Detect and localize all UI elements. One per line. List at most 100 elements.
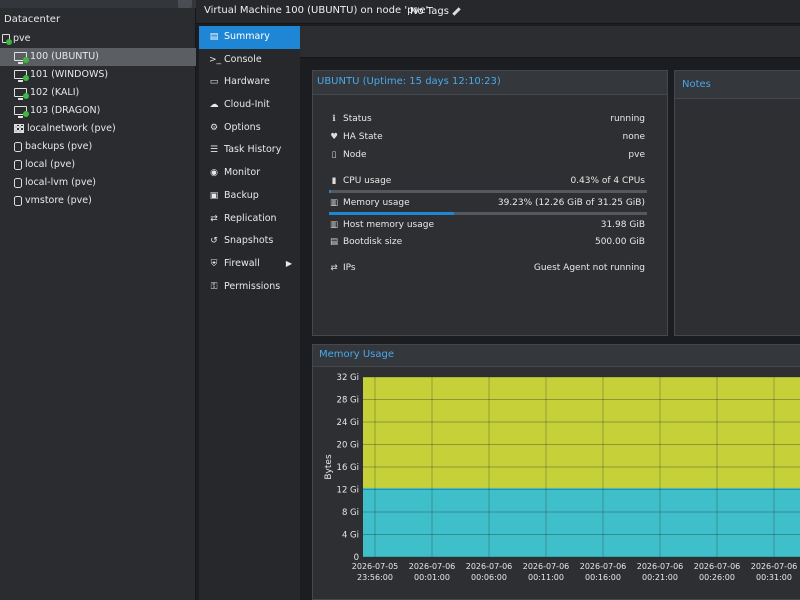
storage-icon — [14, 177, 22, 188]
x-tick-date: 2026-07-06 — [409, 562, 456, 571]
book-icon: ▤ — [209, 32, 219, 42]
tree-item[interactable]: vmstore (pve) — [0, 192, 196, 210]
tree-item[interactable]: local (pve) — [0, 156, 196, 174]
running-status-icon — [23, 93, 29, 99]
tree-item-label: vmstore (pve) — [25, 195, 92, 206]
menu-item-task-history[interactable]: ☰ Task History — [199, 139, 300, 162]
ips-value: Guest Agent not running — [533, 263, 645, 273]
vm-menu: ▤ Summary >_ Console ▭ Hardware ☁ Cloud-Init ⚙ Op… — [199, 26, 300, 600]
x-tick-time: 00:31:00 — [756, 573, 792, 582]
tree-item-label: local (pve) — [25, 159, 76, 170]
menu-item-summary[interactable]: ▤ Summary — [199, 26, 300, 49]
storage-icon — [14, 141, 22, 152]
x-tick-date: 2026-07-05 — [352, 562, 399, 571]
menu-item-label: Monitor — [224, 167, 261, 179]
x-tick-date: 2026-07-06 — [523, 562, 570, 571]
status-panel: UBUNTU (Uptime: 15 days 12:10:23) ℹ Stat… — [312, 70, 668, 336]
running-status-icon — [23, 111, 29, 117]
status-label: Status — [343, 114, 372, 124]
y-tick-label: 32 Gi — [337, 373, 359, 383]
tree-item-label: 100 (UBUNTU) — [30, 51, 99, 62]
status-row: ℹ Status running — [313, 113, 669, 127]
menu-item-replication[interactable]: ⇄ Replication — [199, 208, 300, 231]
running-status-icon — [23, 75, 29, 81]
menu-item-backup[interactable]: ▣ Backup — [199, 185, 300, 208]
gear-icon: ⚙ — [209, 122, 219, 133]
tree-item-label: 102 (KALI) — [30, 87, 80, 98]
tree-item-label: backups (pve) — [25, 141, 93, 152]
monitor-icon: ▭ — [209, 77, 219, 88]
menu-item-label: Snapshots — [224, 235, 274, 247]
view-selector-button[interactable] — [178, 0, 192, 8]
running-status-icon — [6, 39, 12, 45]
memory-icon: ▥ — [329, 198, 339, 208]
menu-item-firewall[interactable]: ⛨ Firewall ▶ — [199, 253, 300, 276]
tree-item[interactable]: pve — [0, 30, 196, 48]
node-value: pve — [628, 150, 645, 160]
x-tick-date: 2026-07-06 — [751, 562, 798, 571]
menu-item-cloud-init[interactable]: ☁ Cloud-Init — [199, 94, 300, 117]
menu-item-label: Backup — [224, 189, 259, 201]
menu-item-hardware[interactable]: ▭ Hardware — [199, 71, 300, 94]
y-tick-label: 4 Gi — [342, 531, 359, 541]
x-tick-date: 2026-07-06 — [637, 562, 684, 571]
status-value: running — [610, 114, 645, 124]
menu-item-label: Replication — [224, 212, 277, 224]
shield-icon: ⛨ — [210, 258, 218, 269]
pencil-icon[interactable] — [452, 6, 461, 16]
resource-tree: Datacenter pve 100 (UBUNTU) 101 (WINDOWS) 1… — [0, 0, 196, 600]
host-memory-value: 31.98 GiB — [600, 220, 645, 230]
menu-item-snapshots[interactable]: ↺ Snapshots — [199, 230, 300, 253]
menu-item-label: Cloud-Init — [224, 99, 270, 111]
bootdisk-label: Bootdisk size — [343, 237, 403, 247]
menu-item-console[interactable]: >_ Console — [199, 49, 300, 72]
menu-item-label: Task History — [224, 144, 282, 156]
status-panel-title: UBUNTU (Uptime: 15 days 12:10:23) — [317, 76, 501, 87]
status-panel-header: UBUNTU (Uptime: 15 days 12:10:23) — [313, 71, 667, 95]
y-tick-label: 8 Gi — [342, 508, 359, 518]
tree-item-label: 101 (WINDOWS) — [30, 69, 109, 80]
memory-icon: ▥ — [329, 220, 339, 230]
y-tick-label: 16 Gi — [337, 463, 359, 473]
expand-arrow-icon[interactable]: ▶ — [286, 253, 292, 275]
bootdisk-row: ▤ Bootdisk size 500.00 GiB — [313, 236, 669, 250]
menu-item-options[interactable]: ⚙ Options — [199, 117, 300, 140]
hdd-icon: ▤ — [329, 237, 339, 247]
notes-panel-header: Notes — [675, 71, 800, 99]
ips-label: IPs — [343, 263, 356, 273]
ips-row: ⇄ IPs Guest Agent not running — [313, 262, 669, 276]
menu-item-permissions[interactable]: ⚿ Permissions — [199, 276, 300, 299]
tree-item[interactable]: 102 (KALI) — [0, 84, 196, 102]
x-tick-date: 2026-07-06 — [694, 562, 741, 571]
tree-item[interactable]: 103 (DRAGON) — [0, 102, 196, 120]
info-icon: ℹ — [332, 114, 336, 124]
unlock-icon: ⚿ — [210, 281, 218, 292]
tree-item[interactable]: 100 (UBUNTU) — [0, 48, 196, 66]
tree-item[interactable]: local-lvm (pve) — [0, 174, 196, 192]
tree-item[interactable]: localnetwork (pve) — [0, 120, 196, 138]
cpu-usage-bar — [329, 190, 647, 193]
tags-editor[interactable]: No Tags — [410, 6, 461, 17]
menu-item-monitor[interactable]: ◉ Monitor — [199, 162, 300, 185]
tree-header-datacenter[interactable]: Datacenter — [4, 14, 60, 25]
tree-item-label: pve — [13, 33, 31, 44]
cpu-row: ▮ CPU usage 0.43% of 4 CPUs — [313, 175, 669, 189]
tree-toolbar — [0, 0, 196, 8]
memory-usage-title: Memory Usage — [319, 349, 395, 360]
title-bar: Virtual Machine 100 (UBUNTU) on node 'pv… — [196, 0, 800, 24]
storage-icon — [14, 195, 22, 206]
node-label: Node — [343, 150, 367, 160]
ha-state-value: none — [622, 132, 645, 142]
retweet-icon: ⇄ — [210, 213, 218, 224]
memory-usage-chart: 04 Gi8 Gi12 Gi16 Gi20 Gi24 Gi28 Gi32 Gi2… — [324, 373, 800, 582]
ha-state-label: HA State — [343, 132, 383, 142]
y-tick-label: 20 Gi — [337, 441, 359, 451]
tree-item[interactable]: backups (pve) — [0, 138, 196, 156]
memory-value: 39.23% (12.26 GiB of 31.25 GiB) — [497, 198, 645, 208]
vm-icon — [14, 52, 29, 64]
node-row: ▯ Node pve — [313, 149, 669, 163]
history-icon: ↺ — [210, 236, 218, 247]
tree-item[interactable]: 101 (WINDOWS) — [0, 66, 196, 84]
memory-usage-panel: Memory Usage 04 Gi 8 Gi 12 Gi 16 Gi 20 Gi 24 … — [312, 344, 800, 600]
x-tick-time: 23:56:00 — [357, 573, 393, 582]
